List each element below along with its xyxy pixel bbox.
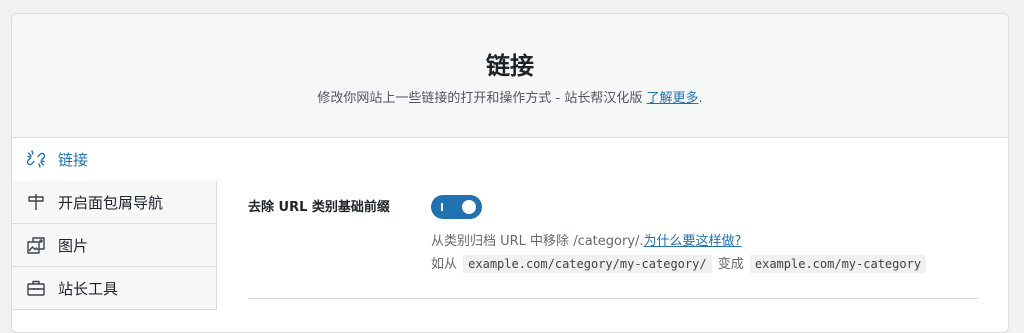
example-from-code: example.com/category/my-category/ bbox=[463, 255, 712, 273]
sidebar-item-label: 图片 bbox=[58, 236, 89, 255]
setting-row-strip-category: 去除 URL 类别基础前缀 从类别归档 URL 中移除 /category/.为… bbox=[248, 138, 978, 299]
learn-more-link[interactable]: 了解更多 bbox=[646, 91, 698, 106]
settings-content: 去除 URL 类别基础前缀 从类别归档 URL 中移除 /category/.为… bbox=[248, 138, 978, 299]
sidebar-item-label: 站长工具 bbox=[58, 279, 119, 298]
sidebar-item-label: 链接 bbox=[58, 150, 89, 169]
subtitle-period: . bbox=[698, 91, 703, 106]
link-icon bbox=[26, 149, 46, 169]
row-divider bbox=[248, 298, 978, 299]
sidebar-item-links[interactable]: 链接 bbox=[12, 138, 217, 181]
description-text: 从类别归档 URL 中移除 /category/. bbox=[431, 234, 644, 249]
toolbox-icon bbox=[26, 278, 46, 298]
page-title: 链接 bbox=[486, 52, 534, 80]
sidebar-item-images[interactable]: 图片 bbox=[12, 224, 217, 267]
toggle-on-indicator bbox=[441, 203, 443, 211]
example-to-code: example.com/my-category bbox=[749, 255, 927, 273]
sidebar-item-breadcrumbs[interactable]: 开启面包屑导航 bbox=[12, 181, 217, 224]
images-icon bbox=[26, 235, 46, 255]
setting-description: 从类别归档 URL 中移除 /category/.为什么要这样做? 如从 exa… bbox=[431, 231, 928, 276]
sidebar-item-webmaster-tools[interactable]: 站长工具 bbox=[12, 267, 217, 310]
sidebar: 链接 开启面包屑导航 图片 站长工具 bbox=[12, 138, 217, 310]
example-mid: 变成 bbox=[717, 257, 744, 272]
toggle-knob bbox=[462, 200, 476, 214]
sidebar-item-label: 开启面包屑导航 bbox=[58, 193, 164, 212]
setting-label: 去除 URL 类别基础前缀 bbox=[248, 200, 390, 215]
example-prefix: 如从 bbox=[431, 257, 458, 272]
description-line-2: 如从 example.com/category/my-category/ 变成 … bbox=[431, 253, 928, 276]
why-link[interactable]: 为什么要这样做? bbox=[644, 234, 742, 249]
subtitle-text: 修改你网站上一些链接的打开和操作方式 - 站长帮汉化版 bbox=[317, 91, 643, 106]
signpost-icon bbox=[26, 192, 46, 212]
strip-category-toggle[interactable] bbox=[431, 195, 482, 219]
page-subtitle: 修改你网站上一些链接的打开和操作方式 - 站长帮汉化版 了解更多. bbox=[12, 90, 1008, 108]
description-line-1: 从类别归档 URL 中移除 /category/.为什么要这样做? bbox=[431, 231, 928, 253]
page-header: 链接 修改你网站上一些链接的打开和操作方式 - 站长帮汉化版 了解更多. bbox=[12, 14, 1008, 138]
settings-panel: 链接 修改你网站上一些链接的打开和操作方式 - 站长帮汉化版 了解更多. 链接 bbox=[11, 13, 1009, 333]
